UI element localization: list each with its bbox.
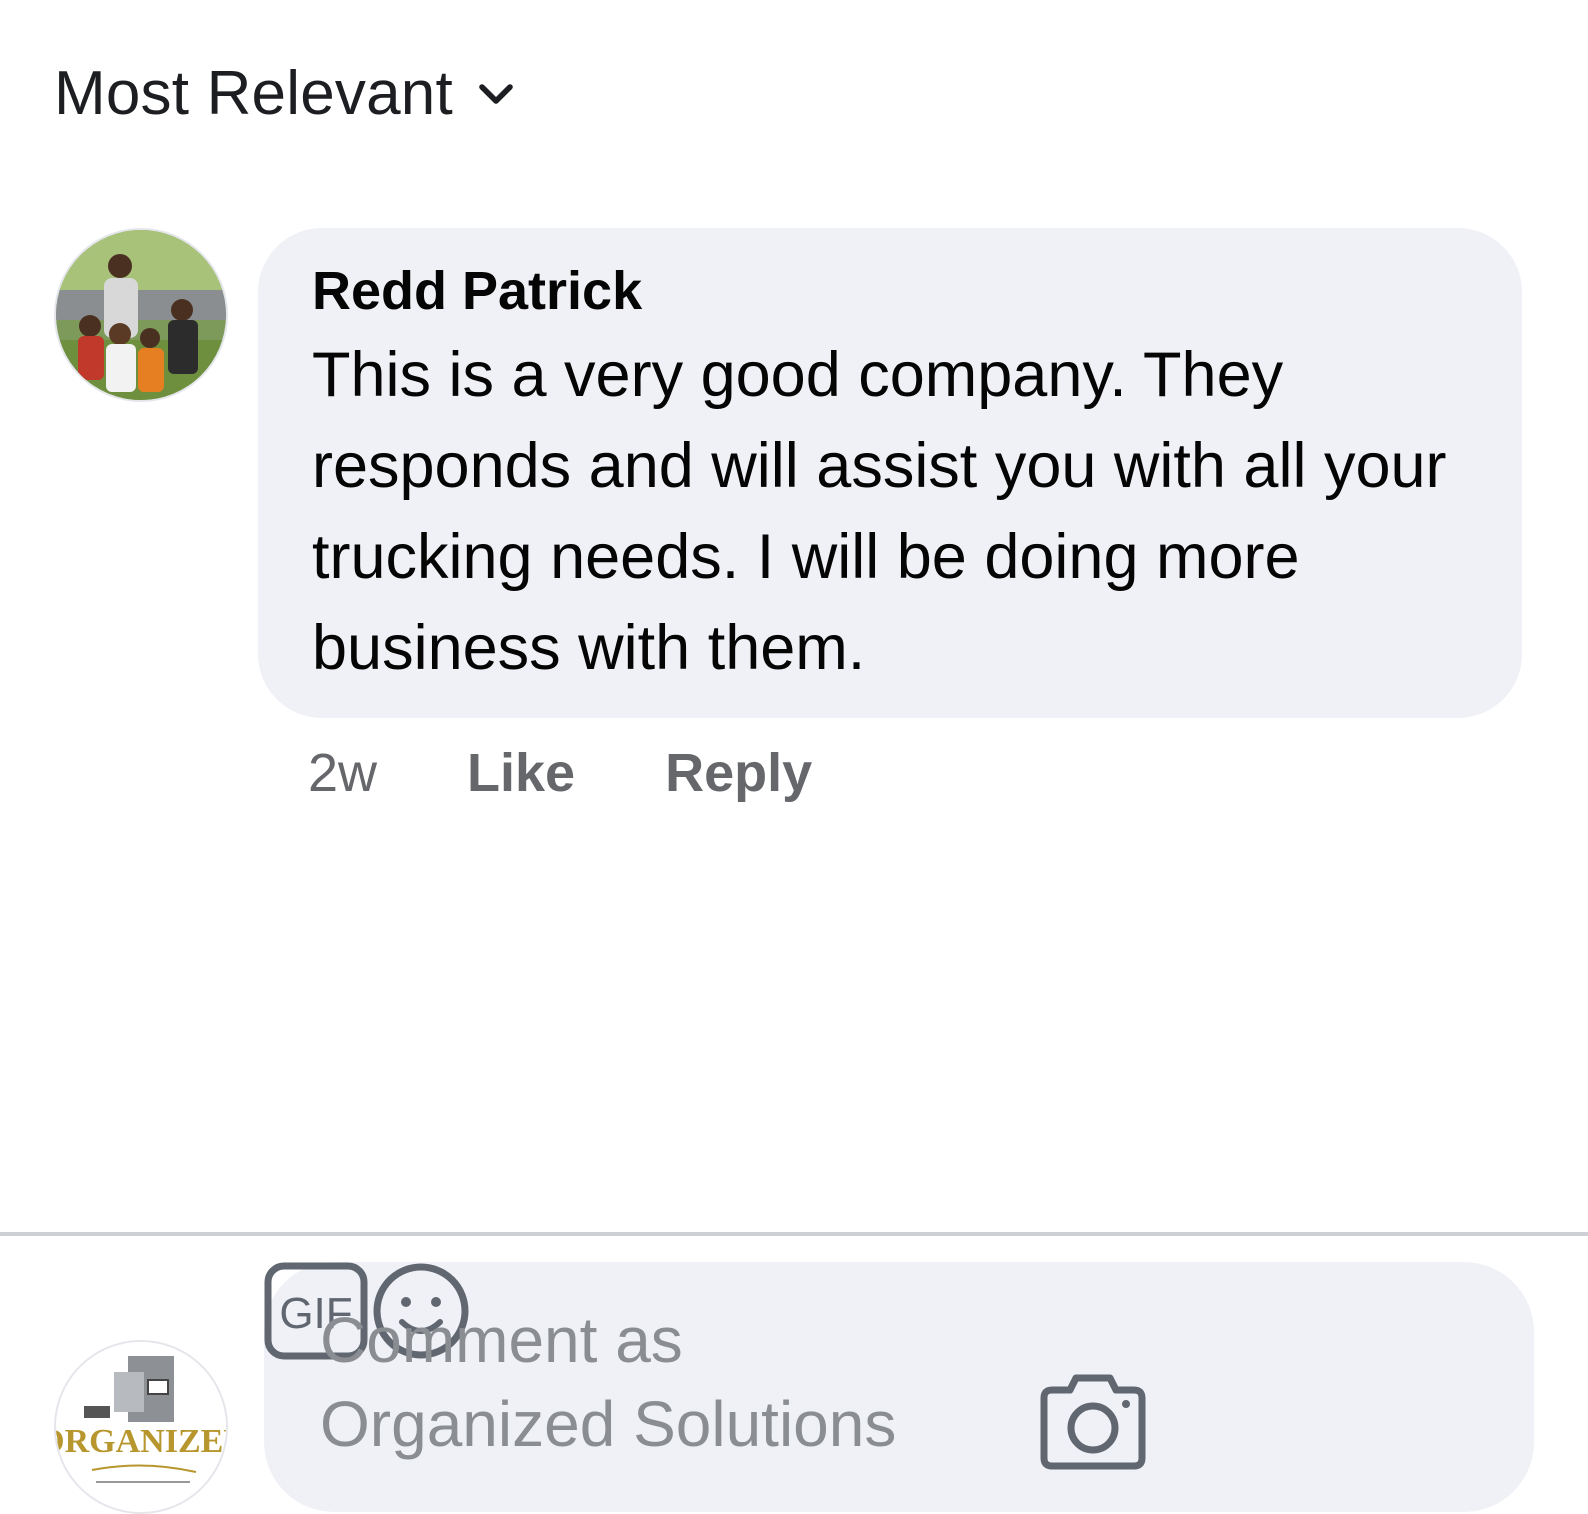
like-button[interactable]: Like: [467, 742, 575, 804]
comment-input-placeholder[interactable]: Comment as Organized Solutions: [320, 1298, 1020, 1466]
comment-text: This is a very good company. They respon…: [312, 340, 1447, 683]
camera-icon[interactable]: [1040, 1372, 1146, 1470]
comment-composer[interactable]: Comment as Organized Solutions GIF: [264, 1262, 1534, 1512]
comment-author[interactable]: Redd Patrick: [312, 258, 1482, 324]
avatar-photo: [56, 230, 226, 400]
logo-text: ORGANIZED: [56, 1423, 228, 1460]
comment-actions: 2w Like Reply: [308, 742, 812, 804]
sort-label: Most Relevant: [54, 59, 453, 128]
avatar[interactable]: [54, 228, 228, 402]
sort-dropdown[interactable]: Most Relevant: [54, 58, 517, 129]
divider: [0, 1232, 1588, 1236]
organized-solutions-logo: ORGANIZED: [56, 1342, 228, 1512]
reply-button[interactable]: Reply: [665, 742, 812, 804]
comment-bubble: Redd Patrick This is a very good company…: [258, 228, 1522, 718]
comment-timestamp[interactable]: 2w: [308, 742, 377, 804]
composer-avatar[interactable]: ORGANIZED: [54, 1340, 228, 1514]
placeholder-line-2: Organized Solutions: [320, 1388, 897, 1460]
placeholder-line-1: Comment as: [320, 1304, 683, 1376]
chevron-down-icon: [479, 83, 513, 104]
